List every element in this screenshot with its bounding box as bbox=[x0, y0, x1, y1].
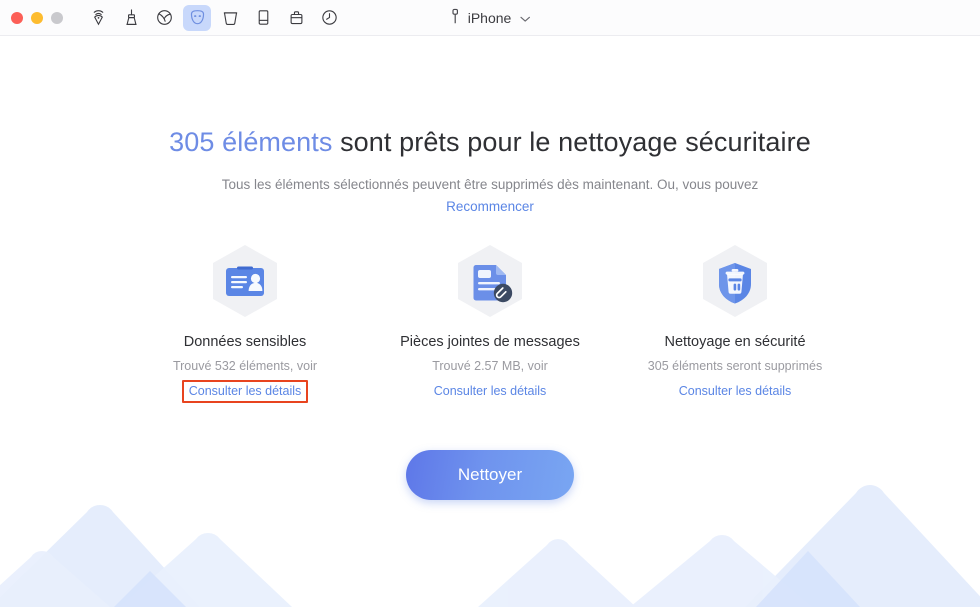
minimize-window-button[interactable] bbox=[31, 11, 43, 24]
clean-button[interactable]: Nettoyer bbox=[406, 450, 574, 500]
maximize-window-button[interactable] bbox=[51, 11, 63, 24]
toolbar-item-privacy-mask[interactable] bbox=[183, 4, 211, 31]
card-link-row: Consulter les détails bbox=[368, 380, 613, 403]
item-count: 305 éléments bbox=[169, 127, 333, 157]
card-sensitive-data: Données sensibles Trouvé 532 éléments, v… bbox=[123, 242, 368, 403]
card-icon-wrap bbox=[123, 242, 368, 326]
toolbar-item-history[interactable] bbox=[315, 5, 343, 31]
document-attachment-icon bbox=[449, 241, 531, 328]
traffic-lights bbox=[0, 11, 63, 24]
toolbar-item-airdrop[interactable] bbox=[84, 5, 112, 31]
lightning-connector-icon bbox=[450, 8, 461, 28]
restart-link[interactable]: Recommencer bbox=[446, 199, 534, 214]
toolbar-item-globe[interactable] bbox=[150, 5, 178, 31]
card-icon-wrap bbox=[613, 242, 858, 326]
card-subtitle: Trouvé 2.57 MB, voir bbox=[432, 359, 548, 373]
globe-icon bbox=[155, 8, 174, 27]
card-secure-cleanup: Nettoyage en sécurité 305 éléments seron… bbox=[613, 242, 858, 403]
page-subtitle: Tous les éléments sélectionnés peuvent ê… bbox=[221, 177, 759, 192]
card-title: Nettoyage en sécurité bbox=[664, 334, 806, 350]
privacy-mask-icon bbox=[188, 8, 207, 27]
card-icon-wrap bbox=[368, 242, 613, 326]
main-content: 305 éléments sont prêts pour le nettoyag… bbox=[0, 36, 980, 607]
device-name: iPhone bbox=[467, 9, 512, 26]
summary-cards: Données sensibles Trouvé 532 éléments, v… bbox=[0, 242, 980, 403]
toolbar bbox=[84, 4, 348, 31]
briefcase-icon bbox=[287, 8, 306, 27]
view-details-link-message-attachments[interactable]: Consulter les détails bbox=[427, 380, 554, 403]
shield-trash-icon bbox=[694, 241, 776, 328]
history-clock-icon bbox=[320, 8, 339, 27]
card-link-row: Consulter les détails bbox=[123, 380, 368, 403]
restart-row: Recommencer bbox=[0, 198, 980, 216]
card-subtitle: 305 éléments seront supprimés bbox=[647, 359, 823, 373]
chevron-down-icon[interactable] bbox=[519, 10, 530, 26]
toolbar-item-trash-bin[interactable] bbox=[216, 5, 244, 31]
book-icon bbox=[254, 8, 273, 27]
card-link-row: Consulter les détails bbox=[613, 380, 858, 403]
broom-icon bbox=[122, 8, 141, 27]
app-window: iPhone 305 éléments sont prêts pour le n… bbox=[0, 0, 980, 607]
airdrop-icon bbox=[89, 8, 108, 27]
headline-rest: sont prêts pour le nettoyage sécuritaire bbox=[332, 127, 811, 157]
device-selector[interactable]: iPhone bbox=[450, 8, 531, 28]
cta-row: Nettoyer bbox=[0, 450, 980, 500]
trash-bin-icon bbox=[221, 8, 240, 27]
card-title: Pièces jointes de messages bbox=[400, 334, 580, 350]
view-details-link-sensitive-data[interactable]: Consulter les détails bbox=[181, 380, 309, 403]
card-title: Données sensibles bbox=[183, 334, 307, 350]
toolbar-item-briefcase[interactable] bbox=[282, 5, 310, 31]
toolbar-item-book[interactable] bbox=[249, 5, 277, 31]
card-subtitle: Trouvé 532 éléments, voir bbox=[172, 359, 318, 373]
view-details-link-secure-cleanup[interactable]: Consulter les détails bbox=[672, 380, 799, 403]
page-title: 305 éléments sont prêts pour le nettoyag… bbox=[0, 127, 980, 158]
id-card-icon bbox=[204, 241, 286, 328]
title-bar: iPhone bbox=[0, 0, 980, 36]
close-window-button[interactable] bbox=[11, 11, 23, 24]
card-message-attachments: Pièces jointes de messages Trouvé 2.57 M… bbox=[368, 242, 613, 403]
toolbar-item-broom[interactable] bbox=[117, 5, 145, 31]
